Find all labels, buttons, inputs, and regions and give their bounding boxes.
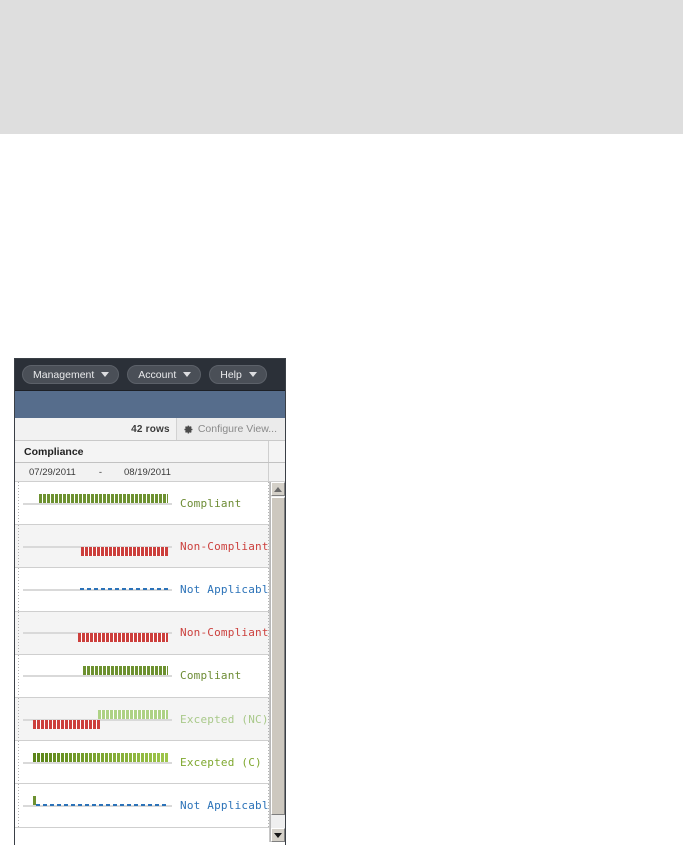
accent-bar [15, 390, 285, 418]
bar-dashed-line [79, 587, 168, 590]
status-badge: Non-Compliant [180, 539, 269, 553]
compliance-bar-cell [15, 482, 180, 525]
menu-button-help[interactable]: Help [209, 365, 267, 384]
column-header-divider [268, 441, 269, 462]
table-row[interactable]: Excepted (NC) [15, 697, 269, 742]
compliance-bar-cell [15, 784, 180, 827]
table-row[interactable]: Compliant [15, 482, 269, 526]
table-row[interactable]: Not Applicable [15, 784, 270, 828]
row-right-gutter-line [268, 784, 269, 827]
compliance-rows: Compliant Non-Compliant Not Applicable Non-… [15, 482, 270, 842]
scroll-up-arrow-icon[interactable] [271, 482, 285, 496]
compliance-bar-cell [15, 741, 180, 784]
configure-view-label: Configure View... [197, 423, 277, 435]
row-right-gutter-line [268, 482, 269, 525]
compliance-bar-cell [15, 568, 180, 611]
menu-button-management[interactable]: Management [22, 365, 120, 384]
compliance-table: Compliant Non-Compliant Not Applicable Non-… [15, 482, 285, 842]
bar-segment [33, 719, 101, 729]
menu-button-help-label: Help [220, 368, 242, 381]
date-range-separator: - [98, 466, 103, 478]
table-row[interactable]: Excepted (C) [15, 741, 269, 785]
compliance-bar-cell [15, 654, 180, 697]
date-range-end: 08/19/2011 [124, 466, 171, 478]
chevron-down-icon [101, 372, 110, 377]
bar-baseline [23, 761, 172, 764]
status-badge: Non-Compliant [180, 626, 269, 640]
menu-button-account-label: Account [138, 368, 177, 381]
compliance-bar-cell [15, 611, 180, 654]
page-background-band [0, 0, 683, 134]
bar-segment [81, 546, 168, 556]
status-badge: Compliant [180, 669, 242, 683]
gear-icon [184, 425, 193, 434]
row-right-gutter-line [268, 568, 269, 611]
chevron-down-icon [248, 372, 257, 377]
menu-button-account[interactable]: Account [127, 365, 202, 384]
date-range-divider [268, 463, 269, 481]
status-badge: Excepted (NC) [180, 712, 269, 726]
bar-segment-gradient [33, 752, 168, 762]
table-row[interactable]: Non-Compliant [15, 611, 269, 655]
scroll-up-glyph [274, 486, 282, 492]
status-badge: Not Applicable [180, 582, 270, 596]
bar-segment [39, 493, 168, 503]
bar-baseline [23, 675, 172, 678]
column-header-label: Compliance [24, 445, 84, 458]
row-right-gutter-line [268, 741, 269, 784]
compliance-bar-cell [15, 525, 180, 568]
date-range-header: 07/29/2011 - 08/19/2011 [15, 463, 285, 482]
scroll-down-glyph [274, 832, 282, 838]
vertical-scrollbar[interactable] [270, 482, 285, 842]
row-right-gutter-line [268, 525, 269, 568]
table-row[interactable]: Not Applicable [15, 568, 270, 612]
column-header-compliance[interactable]: Compliance [15, 441, 285, 463]
compliance-panel: Management Account Help 42 rows Configur… [14, 358, 286, 845]
bar-segment [97, 709, 168, 719]
rows-count-label: 42 rows [131, 423, 170, 435]
scroll-down-arrow-icon[interactable] [271, 828, 285, 842]
chevron-down-icon [183, 372, 192, 377]
bar-segment [78, 633, 168, 643]
configure-view-button[interactable]: Configure View... [175, 418, 285, 440]
compliance-bar-cell [15, 698, 180, 741]
bar-segment [33, 752, 168, 762]
status-badge: Excepted (C) [180, 755, 262, 769]
row-right-gutter-line [268, 611, 269, 654]
menu-bar: Management Account Help [15, 359, 285, 390]
bar-dashed-line [36, 803, 168, 806]
status-badge: Compliant [180, 496, 242, 510]
status-badge: Not Applicable [180, 798, 270, 812]
scrollbar-thumb[interactable] [271, 497, 285, 815]
bar-baseline [23, 502, 172, 505]
row-right-gutter-line [268, 654, 269, 697]
menu-button-management-label: Management [33, 368, 95, 381]
date-range-start: 07/29/2011 [29, 466, 76, 478]
bar-segment [82, 666, 168, 676]
table-row[interactable]: Compliant [15, 654, 269, 698]
table-row[interactable]: Non-Compliant [15, 525, 269, 569]
row-right-gutter-line [268, 697, 269, 741]
table-toolbar: 42 rows Configure View... [15, 418, 285, 441]
